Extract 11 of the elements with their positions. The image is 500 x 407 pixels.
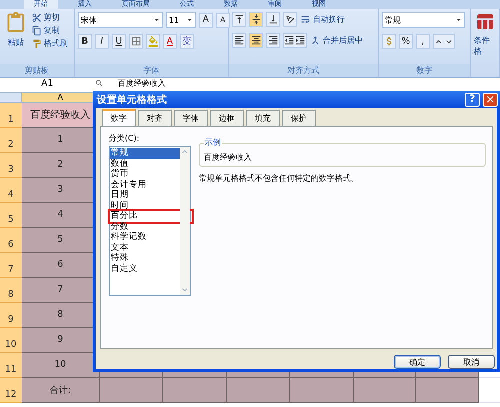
table-cell: 合计: — [22, 378, 100, 403]
description-text: 常规单元格格式不包含任何特定的数字格式。 — [199, 173, 360, 184]
sample-label: 示例 — [204, 137, 222, 148]
sample-value: 百度经验收入 — [204, 153, 252, 162]
group-label: 数字 — [379, 64, 470, 77]
group-label: 剪贴板 — [0, 64, 74, 77]
category-label: 分类(C): — [109, 133, 141, 144]
group-label: 字体 — [75, 64, 228, 77]
table-cell: 10 — [22, 353, 100, 378]
window-title: 设置单元格格式 — [97, 94, 167, 107]
group-label: 对齐方式 — [229, 64, 378, 77]
